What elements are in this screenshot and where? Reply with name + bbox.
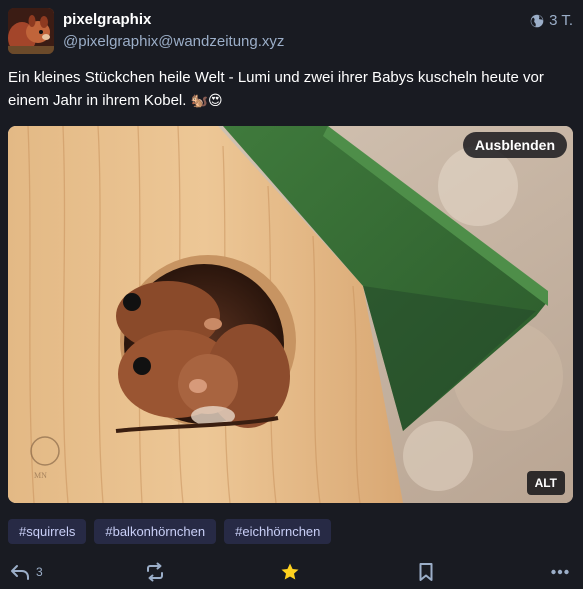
bookmark-button[interactable] [417, 558, 435, 586]
status-timestamp[interactable]: 3 T. [530, 12, 573, 29]
hashtag-squirrels[interactable]: #squirrels [8, 519, 87, 544]
more-horizontal-icon [551, 569, 569, 575]
media-attachment[interactable]: MN Ausblenden ALT [8, 126, 573, 503]
hashtag-bar: #squirrels #balkonhörnchen #eichhörnchen [8, 519, 332, 544]
hide-media-button[interactable]: Ausblenden [462, 132, 567, 158]
reply-button[interactable]: 3 [10, 558, 43, 586]
boost-icon [145, 562, 165, 582]
hashtag-balkonhoernchen[interactable]: #balkonhörnchen [94, 519, 217, 544]
action-bar: 3 [0, 558, 583, 586]
squirrel-heart-eyes-emoji: 🐿️😍 [190, 93, 223, 109]
more-options-button[interactable] [551, 558, 569, 586]
hashtag-eichhoernchen[interactable]: #eichhörnchen [224, 519, 332, 544]
avatar[interactable] [8, 8, 54, 54]
status-content: Ein kleines Stückchen heile Welt - Lumi … [8, 66, 573, 113]
alt-text-badge[interactable]: ALT [526, 471, 565, 495]
reply-icon [10, 563, 30, 581]
reply-count: 3 [36, 565, 43, 579]
star-icon [280, 562, 300, 582]
svg-text:MN: MN [34, 471, 47, 480]
squirrel-nest-photo: MN [8, 126, 573, 503]
boost-button[interactable] [145, 558, 165, 586]
account-handle[interactable]: @pixelgraphix@wandzeitung.xyz [63, 33, 284, 50]
bookmark-icon [417, 562, 435, 582]
favourite-button[interactable] [280, 558, 300, 586]
relative-time: 3 T. [549, 12, 573, 29]
globe-icon [530, 14, 544, 28]
display-name[interactable]: pixelgraphix [63, 11, 151, 28]
status-text: Ein kleines Stückchen heile Welt - Lumi … [8, 69, 544, 109]
status-post: pixelgraphix @pixelgraphix@wandzeitung.x… [0, 0, 583, 589]
